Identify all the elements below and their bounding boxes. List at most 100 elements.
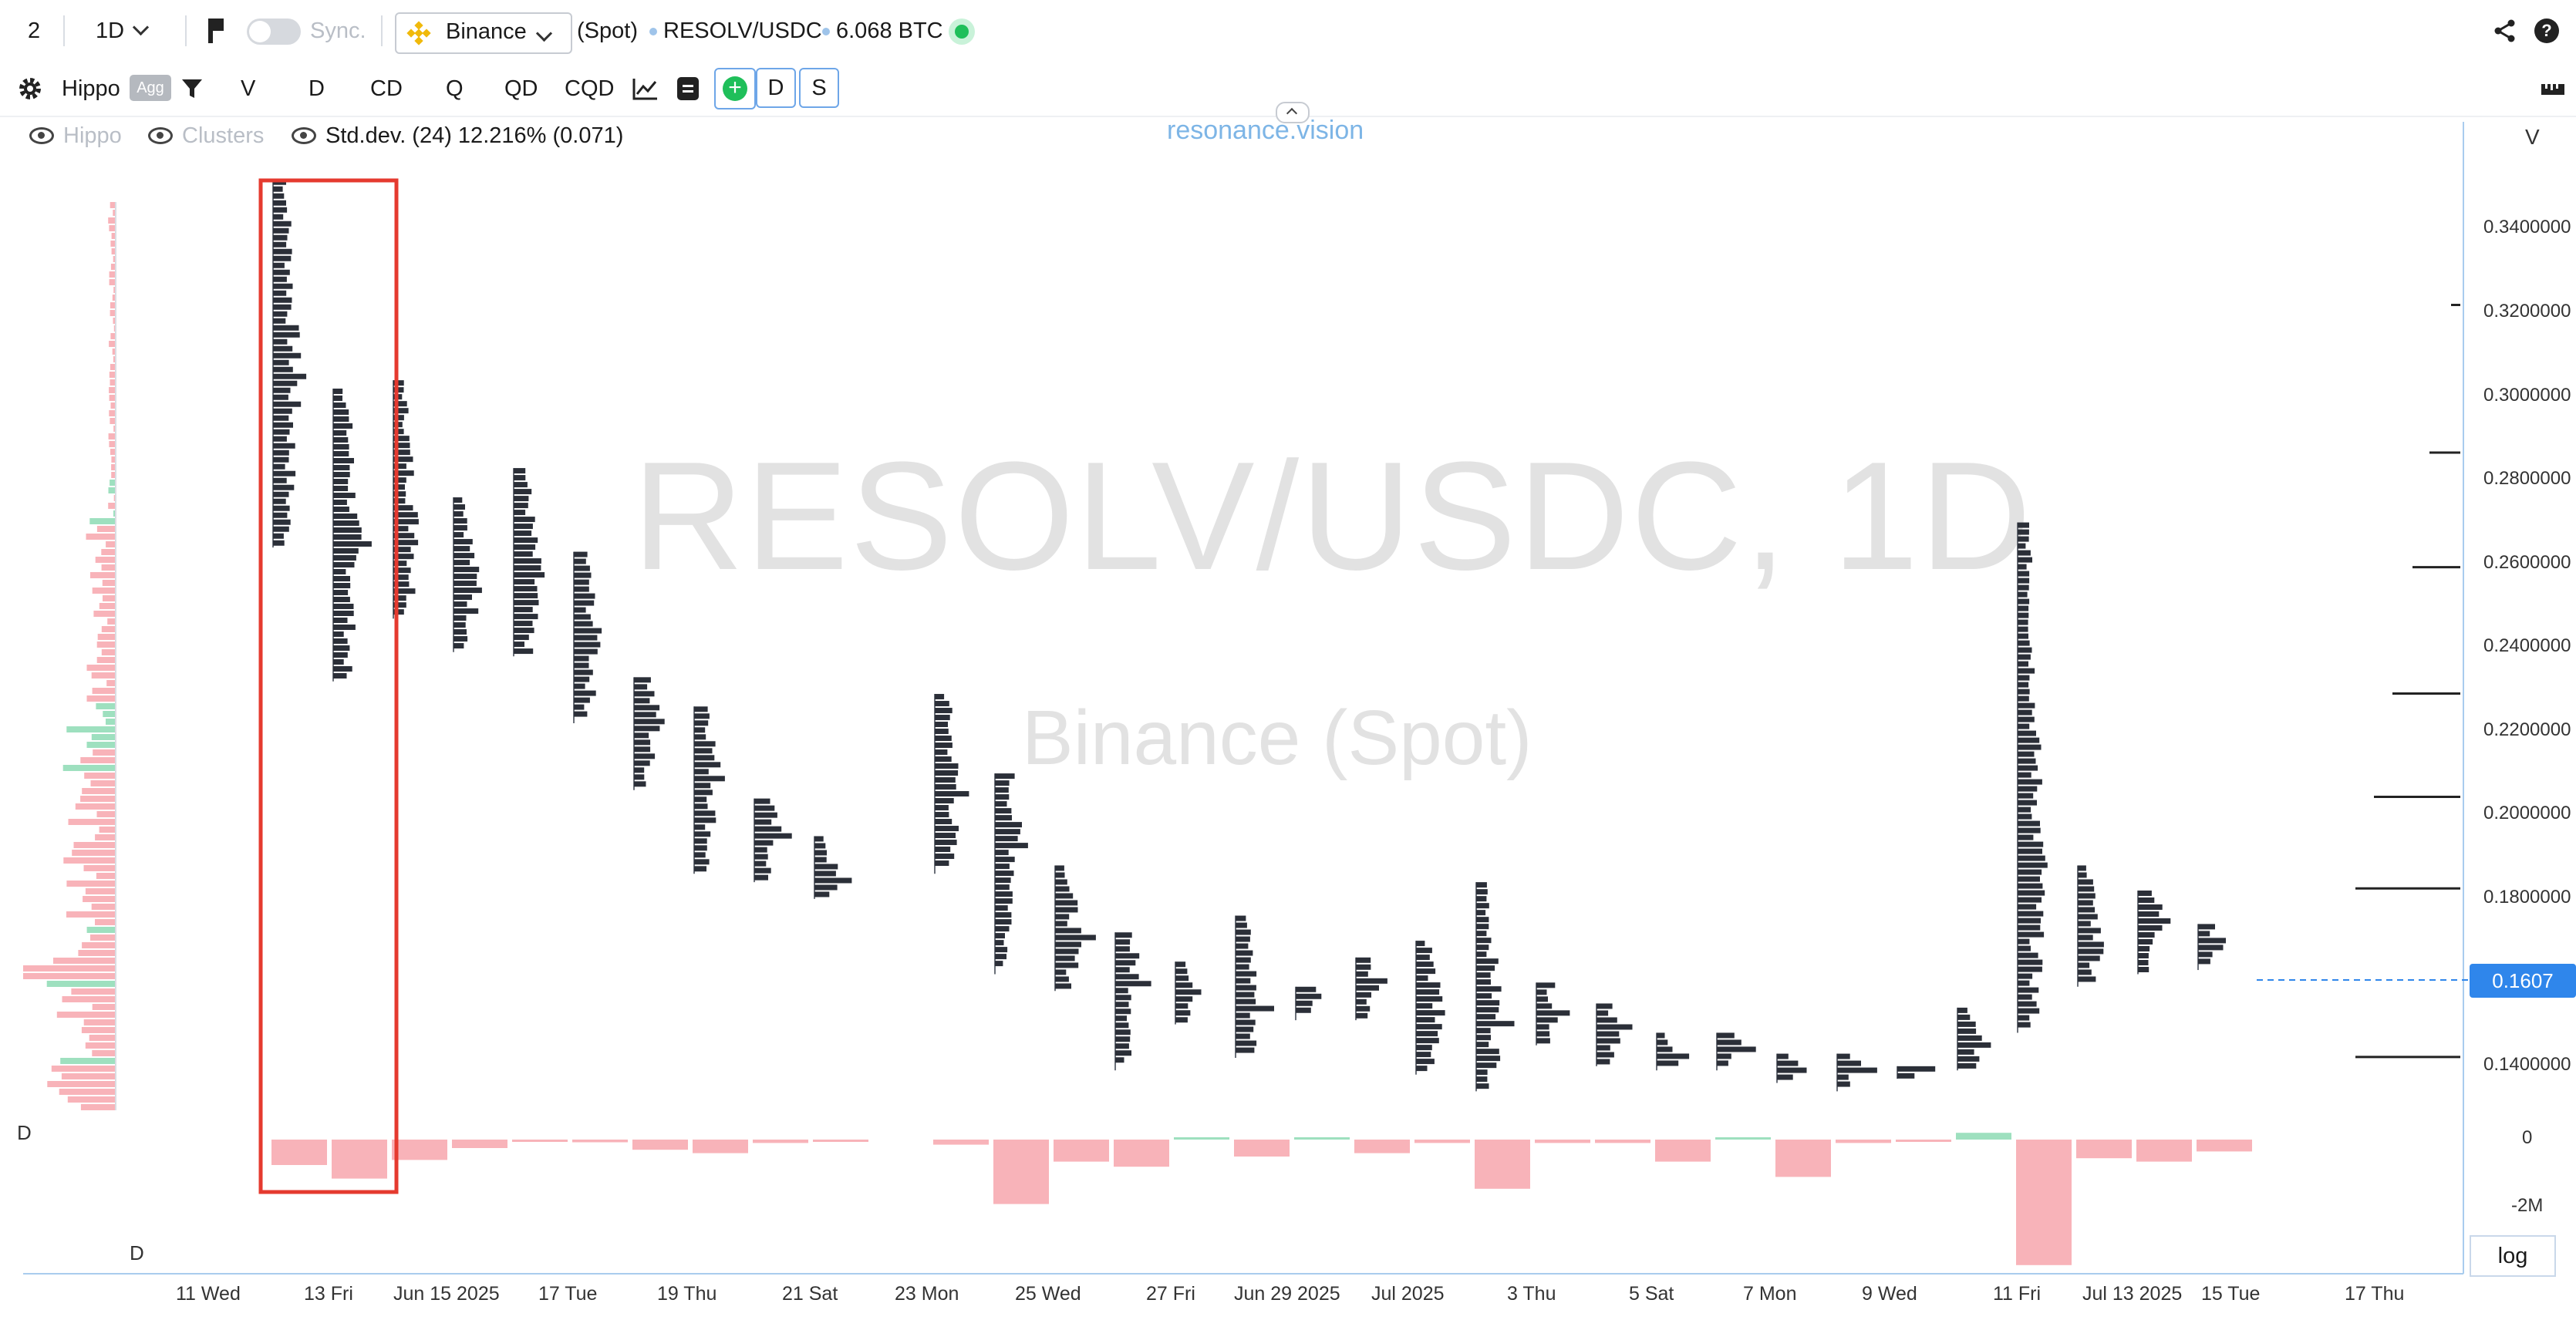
profile-bar — [2018, 716, 2035, 722]
profile-bar — [1236, 1019, 1256, 1025]
profile-bar — [935, 826, 959, 832]
profile-bar — [514, 614, 538, 620]
profile-bar — [1356, 971, 1368, 977]
profile-hist-bar — [109, 372, 116, 378]
profile-bar — [2078, 976, 2096, 982]
price-tick: 0.2600000 — [2483, 552, 2571, 573]
delta-bar — [572, 1140, 628, 1143]
profile-bar — [1115, 1022, 1129, 1029]
delta-bar — [693, 1140, 748, 1153]
profile-bar — [754, 819, 772, 825]
profile-bar — [574, 690, 596, 696]
profile-bar — [935, 812, 949, 818]
profile-hist-bar — [95, 834, 116, 840]
profile-bar — [2018, 640, 2030, 646]
profile-bar — [2018, 924, 2041, 931]
profile-bar — [2078, 879, 2093, 885]
profile-bar — [634, 705, 660, 711]
profile-bar — [514, 510, 526, 516]
profile-bar — [514, 628, 534, 634]
profile-bar — [333, 472, 350, 477]
profile-bar — [1055, 955, 1075, 961]
profile-hist-bar — [92, 1004, 116, 1010]
profile-bar — [514, 593, 538, 599]
profile-bar — [1416, 1038, 1439, 1044]
profile-bar — [273, 491, 289, 497]
log-scale-button[interactable]: log — [2470, 1235, 2556, 1277]
profile-bar — [514, 544, 536, 551]
profile-bar — [1476, 951, 1487, 958]
profile-bar — [2018, 869, 2042, 875]
profile-bar — [1957, 1062, 1977, 1069]
profile-bar — [514, 635, 529, 641]
profile-hist-bar — [84, 773, 116, 779]
profile-bar — [935, 742, 953, 749]
delta-tick: 0 — [2522, 1127, 2533, 1148]
profile-bar — [1055, 962, 1079, 968]
profile-bar — [1476, 903, 1489, 909]
profile-bar — [694, 810, 716, 817]
profile-bar — [995, 808, 1012, 814]
profile-bar — [1356, 978, 1387, 984]
profile-bar — [694, 776, 725, 782]
profile-bar — [273, 338, 288, 345]
profile-bar — [995, 794, 1010, 800]
profile-bar — [2198, 958, 2210, 965]
profile-bar — [995, 961, 1003, 967]
profile-bar — [514, 517, 535, 523]
profile-bar — [514, 579, 535, 585]
profile-bar — [1536, 1031, 1550, 1037]
profile-bar — [2018, 793, 2034, 799]
profile-bar — [935, 805, 949, 811]
profile-bar — [333, 611, 354, 616]
profile-hist-bar — [96, 873, 116, 879]
profile-bar — [273, 221, 292, 227]
profile-bar — [935, 749, 948, 756]
profile-bar — [2018, 765, 2038, 771]
profile-bar — [634, 781, 646, 787]
profile-bar — [694, 803, 708, 810]
profile-bar — [333, 493, 356, 498]
profile-bar — [333, 500, 347, 505]
profile-bar — [273, 373, 307, 379]
profile-bar — [273, 505, 290, 511]
profile-bar — [2018, 709, 2032, 716]
profile-bar — [1536, 1024, 1549, 1030]
profile-bar — [1476, 1014, 1496, 1020]
profile-bar — [2138, 918, 2171, 924]
profile-bar — [333, 618, 348, 623]
profile-bar — [1597, 1003, 1613, 1009]
delta-bar — [1054, 1140, 1109, 1162]
profile-bar — [333, 423, 353, 429]
profile-bar — [694, 790, 713, 796]
delta-bar — [1535, 1140, 1590, 1143]
profile-bar — [514, 648, 534, 655]
profile-bar — [814, 877, 852, 884]
profile-bar — [1236, 929, 1251, 935]
profile-bar — [1115, 1002, 1129, 1008]
profile-bar — [1236, 950, 1253, 956]
profile-bar — [453, 615, 467, 621]
profile-hist-bar — [96, 703, 116, 709]
profile-bar — [2018, 966, 2042, 972]
profile-bar — [333, 514, 358, 519]
x-tick: 25 Wed — [1015, 1283, 1081, 1305]
profile-bar — [333, 409, 349, 415]
profile-bar — [2018, 682, 2029, 688]
profile-bar — [273, 234, 288, 241]
profile-bar — [1476, 931, 1487, 937]
x-tick: 21 Sat — [782, 1283, 838, 1305]
profile-bar — [1777, 1067, 1807, 1073]
profile-bar — [2078, 948, 2104, 955]
profile-bar — [574, 600, 595, 606]
profile-bar — [2018, 543, 2026, 549]
profile-bar — [995, 780, 1010, 786]
delta-bar — [753, 1140, 808, 1143]
profile-bar — [1055, 886, 1070, 892]
profile-bar — [273, 498, 286, 504]
profile-bar — [2138, 911, 2160, 917]
delta-bar — [1234, 1140, 1290, 1157]
profile-bar — [2198, 924, 2215, 930]
profile-bar — [273, 290, 287, 296]
profile-bar — [2198, 945, 2224, 951]
